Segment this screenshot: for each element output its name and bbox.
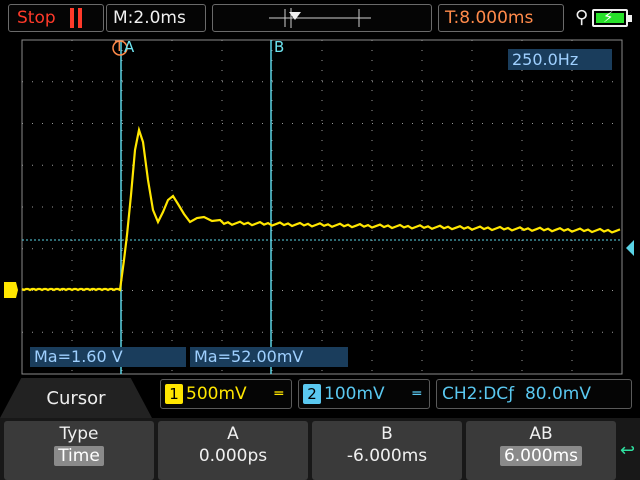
cursor-b-measurement: Ma=52.00mV	[190, 347, 348, 367]
frequency-readout: 250.0Hz	[508, 49, 612, 70]
menu-type-button[interactable]: Type Time	[4, 421, 154, 480]
menu-cursor-ab-value: 6.000ms	[499, 446, 583, 466]
top-status-bar: Stop M:2.0ms T:8.000ms ⚲ ⚡	[0, 0, 640, 36]
timebase-display[interactable]: M:2.0ms	[106, 4, 206, 32]
trigger-time-label: T:8.000ms	[445, 8, 534, 28]
menu-cursor-a-value: 0.000ps	[198, 446, 268, 466]
ch2-coupling-icon: ═	[412, 386, 421, 402]
run-state-label: Stop	[17, 8, 56, 28]
menu-type-title: Type	[59, 424, 99, 444]
memory-position-icon	[269, 8, 371, 28]
ch1-settings[interactable]: 1 500mV ═	[160, 379, 292, 409]
cursor-a-label: A	[124, 38, 135, 56]
pause-icon	[69, 8, 82, 28]
menu-cursor-a-title: A	[227, 424, 239, 444]
trigger-settings[interactable]: CH2:DCƒ 80.0mV	[436, 379, 632, 409]
menu-type-value: Time	[54, 446, 104, 466]
trigger-position-indicator[interactable]	[212, 4, 432, 32]
waveform-canvas	[4, 39, 634, 375]
menu-cursor-b-title: B	[381, 424, 393, 444]
cursor-b-label: B	[274, 38, 285, 56]
cursor-menu-label: Cursor	[46, 387, 106, 409]
menu-cursor-b-value: -6.000ms	[346, 446, 428, 466]
ch1-coupling-icon: ═	[274, 386, 283, 402]
menu-cursor-a-button[interactable]: A 0.000ps	[158, 421, 308, 480]
cursor-a-measurement: Ma=1.60 V	[30, 347, 186, 367]
ch2-badge: 2	[303, 384, 321, 404]
ch2-scale: 100mV	[324, 384, 385, 404]
cursor-menu-tab[interactable]: Cursor	[0, 378, 152, 418]
menu-cursor-b-button[interactable]: B -6.000ms	[312, 421, 462, 480]
ch2-settings[interactable]: 2 100mV ═	[298, 379, 430, 409]
trigger-marker-label: T	[115, 39, 124, 55]
trigger-time-display[interactable]: T:8.000ms	[438, 4, 564, 32]
ch1-badge: 1	[165, 384, 183, 404]
menu-cursor-ab-title: AB	[529, 424, 553, 444]
usb-icon: ⚲	[575, 7, 589, 28]
return-icon[interactable]: ↩	[620, 440, 635, 461]
battery-charging-icon: ⚡	[592, 8, 632, 27]
run-stop-button[interactable]: Stop	[8, 4, 104, 32]
trigger-info: CH2:DCƒ 80.0mV	[442, 384, 591, 404]
timebase-label: M:2.0ms	[113, 8, 186, 28]
waveform-area[interactable]: T A B	[0, 36, 640, 376]
ch1-scale: 500mV	[186, 384, 247, 404]
ch1-ground-marker	[4, 282, 18, 298]
ch2-level-marker	[626, 240, 634, 256]
menu-cursor-ab-button[interactable]: AB 6.000ms	[466, 421, 616, 480]
